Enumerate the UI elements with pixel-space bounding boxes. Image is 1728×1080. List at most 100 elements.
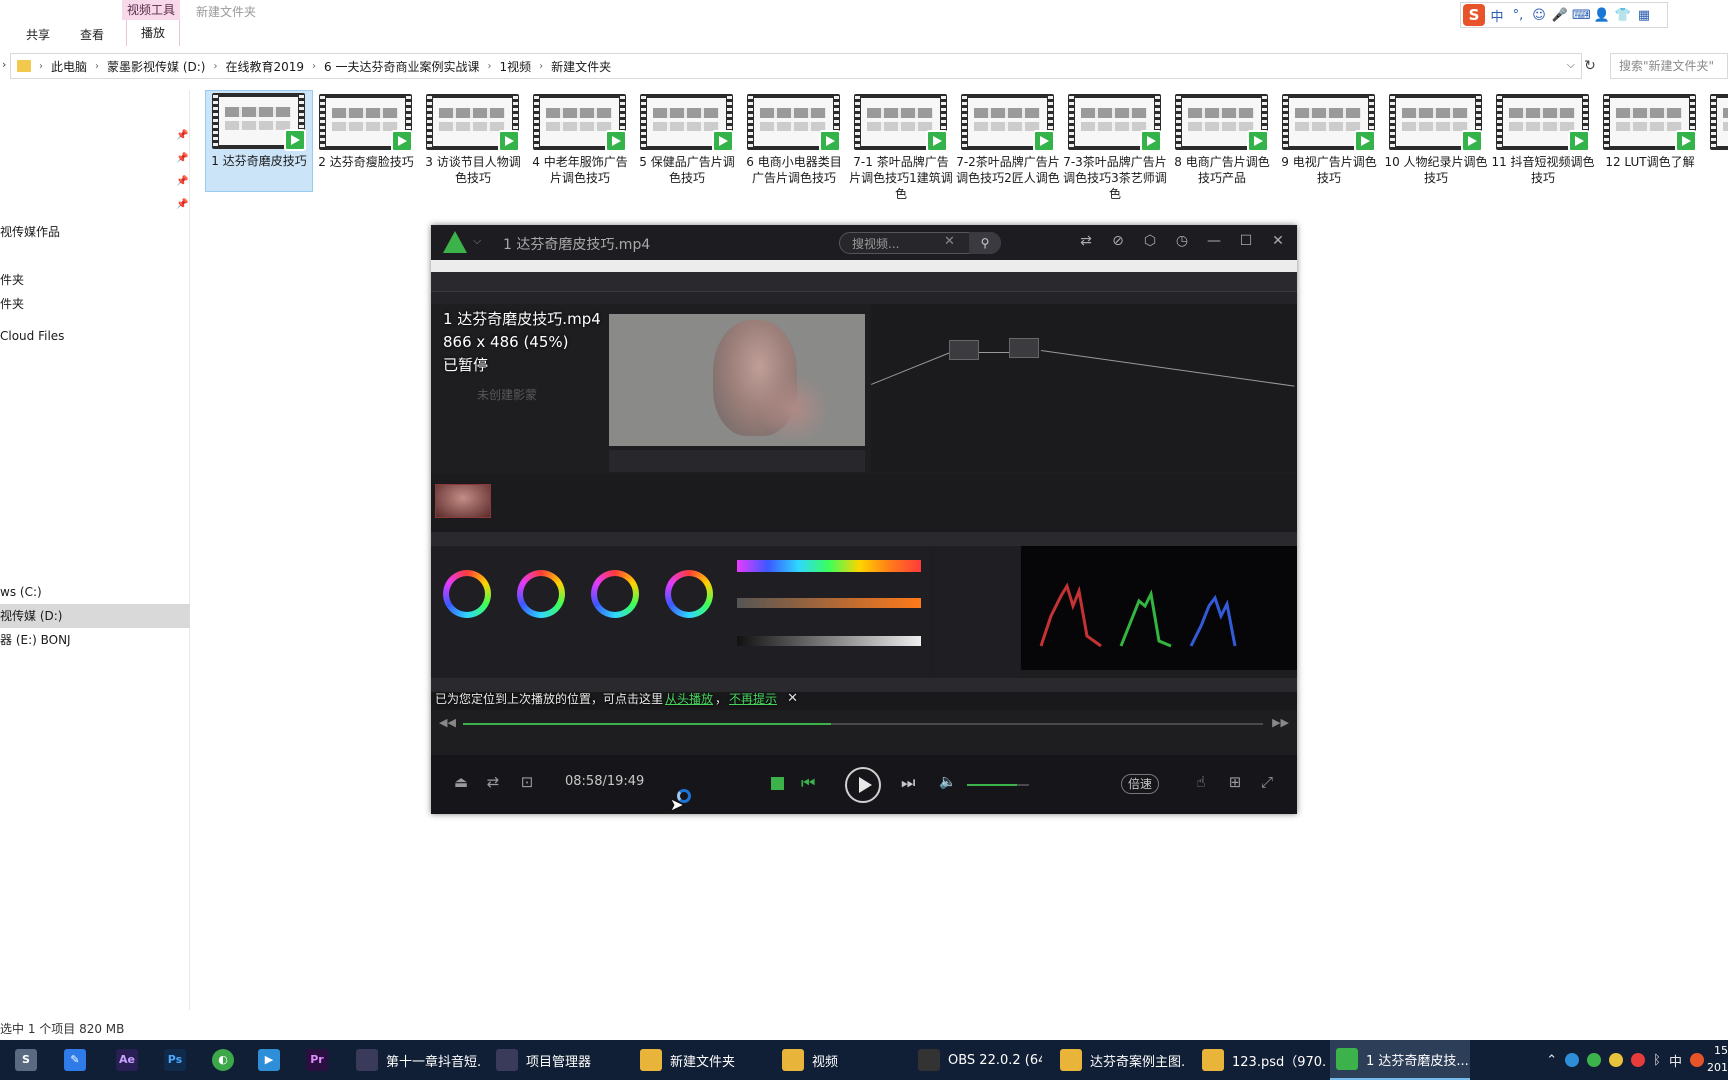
- emoji-icon[interactable]: ☺: [1530, 8, 1548, 23]
- gesture-icon[interactable]: ☝: [1191, 773, 1211, 791]
- chevron-down-icon[interactable]: ⌵: [473, 234, 481, 248]
- toolbox-icon[interactable]: ⊞: [1225, 773, 1245, 791]
- search-icon[interactable]: ⚲: [969, 232, 1001, 254]
- seek-bar[interactable]: [463, 723, 1263, 725]
- video-frame[interactable]: 1 达芬奇磨皮技巧.mp4 866 x 486 (45%) 已暂停 未创建影蒙 …: [431, 260, 1297, 755]
- chevron-down-icon[interactable]: ⌵: [1567, 58, 1575, 72]
- ime-punct[interactable]: °,: [1509, 8, 1527, 23]
- chevron-up-icon[interactable]: ⌃: [1546, 1053, 1557, 1068]
- taskbar-window-button[interactable]: 第十一章抖音短...: [350, 1040, 480, 1080]
- sidebar-item-folder-2[interactable]: 件夹: [0, 292, 190, 316]
- sidebar-item-folder-1[interactable]: 件夹: [0, 268, 190, 292]
- chevron-right-icon[interactable]: ›: [2, 58, 6, 71]
- file-item[interactable]: 8 电商广告片调色技巧产品: [1169, 92, 1275, 192]
- sidebar-item-media-works[interactable]: 视传媒作品: [0, 220, 190, 244]
- bluetooth-icon[interactable]: ᛒ: [1653, 1053, 1661, 1068]
- play-from-start-link[interactable]: 从头播放: [665, 690, 713, 707]
- file-item[interactable]: 3 访谈节目人物调色技巧: [420, 92, 526, 192]
- file-item[interactable]: 7-3茶叶品牌广告片调色技巧3茶艺师调色: [1062, 92, 1168, 201]
- player-titlebar[interactable]: ⌵ 1 达芬奇磨皮技巧.mp4 搜视频... ✕ ⚲ ⇄ ⊘ ⬡ ◷ — ☐ ✕: [431, 225, 1297, 260]
- pin-icon[interactable]: 📌: [176, 130, 188, 141]
- grid-icon[interactable]: ▦: [1635, 8, 1653, 23]
- next-button[interactable]: ⏭: [901, 773, 915, 793]
- volume-icon[interactable]: 🔈: [939, 774, 956, 790]
- skin-icon[interactable]: 👕: [1614, 8, 1632, 23]
- chevron-right-icon[interactable]: ›: [213, 61, 217, 72]
- ime-mode[interactable]: 中: [1488, 6, 1506, 25]
- skip-forward-icon[interactable]: ▶▶: [1272, 716, 1289, 729]
- chevron-right-icon[interactable]: ›: [487, 61, 491, 72]
- taskbar-window-button[interactable]: 新建文件夹: [634, 1040, 764, 1080]
- fullscreen-icon[interactable]: ⤢: [1257, 773, 1277, 791]
- user-icon[interactable]: 👤: [1593, 8, 1611, 23]
- loop-icon[interactable]: ⇄: [483, 773, 503, 791]
- chevron-right-icon[interactable]: ›: [539, 61, 543, 72]
- file-item[interactable]: 4 中老年服饰广告片调色技巧: [527, 92, 633, 192]
- link-icon[interactable]: ⊘: [1109, 233, 1127, 249]
- chevron-right-icon[interactable]: ›: [95, 61, 99, 72]
- speed-button[interactable]: 倍速: [1121, 774, 1159, 794]
- pin-icon[interactable]: 📌: [176, 176, 188, 187]
- player-logo-icon[interactable]: [443, 231, 467, 253]
- taskbar-clock[interactable]: 15 201: [1706, 1042, 1728, 1076]
- taskbar-window-button[interactable]: 123.psd（970...: [1196, 1040, 1326, 1080]
- screenshot-icon[interactable]: ⊡: [517, 773, 537, 791]
- volume-slider[interactable]: [967, 784, 1029, 786]
- tab-view[interactable]: 查看: [80, 26, 104, 43]
- history-icon[interactable]: ◷: [1173, 233, 1191, 249]
- skip-back-icon[interactable]: ◀◀: [439, 716, 456, 729]
- tray-app-icon[interactable]: [1587, 1053, 1602, 1067]
- video-tools-context-tab[interactable]: 视频工具: [122, 0, 180, 20]
- minimize-icon[interactable]: —: [1205, 233, 1223, 249]
- file-item[interactable]: 7-1 茶叶品牌广告片调色技巧1建筑调色: [848, 92, 954, 201]
- play-button[interactable]: [845, 767, 881, 803]
- breadcrumb-course[interactable]: 6 一夫达芬奇商业案例实战课: [324, 58, 479, 75]
- address-bar[interactable]: › 此电脑 › 蒙墨影视传媒 (D:) › 在线教育2019 › 6 一夫达芬奇…: [10, 53, 1582, 79]
- file-item[interactable]: 5 保健品广告片调色技巧: [634, 92, 740, 192]
- taskbar-window-button[interactable]: 1 达芬奇磨皮技...: [1330, 1040, 1470, 1080]
- file-item[interactable]: 2 达芬奇瘦脸技巧: [313, 92, 419, 192]
- search-input[interactable]: 搜索"新建文件夹": [1610, 53, 1728, 79]
- close-icon[interactable]: ✕: [787, 691, 798, 706]
- tray-app-icon[interactable]: [1631, 1053, 1646, 1067]
- sidebar-item-drive-d[interactable]: 视传媒 (D:): [0, 604, 190, 628]
- breadcrumb-drive-d[interactable]: 蒙墨影视传媒 (D:): [107, 58, 205, 75]
- taskbar-window-button[interactable]: 视频: [776, 1040, 896, 1080]
- shirt-icon[interactable]: ⬡: [1141, 233, 1159, 249]
- taskbar-window-button[interactable]: 项目管理器: [490, 1040, 620, 1080]
- breadcrumb-this-pc[interactable]: 此电脑: [51, 58, 87, 75]
- sidebar-item-drive-e[interactable]: 器 (E:) BONJ: [0, 628, 190, 652]
- tab-share[interactable]: 共享: [26, 26, 50, 43]
- video-search-input[interactable]: 搜视频... ✕ ⚲: [839, 232, 1001, 254]
- file-item[interactable]: 7-2茶叶品牌广告片调色技巧2匠人调色: [955, 92, 1061, 192]
- clear-icon[interactable]: ✕: [944, 234, 955, 249]
- stop-button[interactable]: [771, 777, 784, 790]
- tray-lang[interactable]: 中: [1669, 1051, 1682, 1070]
- keyboard-icon[interactable]: ⌨: [1572, 8, 1591, 23]
- sidebar-item-drive-c[interactable]: ws (C:): [0, 580, 190, 604]
- file-item[interactable]: 10 人物纪录片调色技巧: [1383, 92, 1489, 192]
- file-item[interactable]: 6 电商小电器类目广告片调色技巧: [741, 92, 847, 192]
- mic-icon[interactable]: 🎤: [1551, 8, 1569, 23]
- start-button[interactable]: S: [6, 1040, 46, 1080]
- breadcrumb-videos[interactable]: 1视频: [499, 58, 531, 75]
- file-item[interactable]: 13: [1704, 92, 1728, 192]
- previous-button[interactable]: ⏮: [801, 773, 815, 793]
- file-item[interactable]: 11 抖音短视频调色技巧: [1490, 92, 1596, 192]
- pin-icon[interactable]: 📌: [176, 153, 188, 164]
- taskbar-pin-browser[interactable]: ◐: [212, 1040, 242, 1080]
- file-item[interactable]: 12 LUT调色了解: [1597, 92, 1703, 192]
- ime-toolbar[interactable]: S 中 °, ☺ 🎤 ⌨ 👤 👕 ▦: [1460, 2, 1668, 28]
- taskbar-window-button[interactable]: OBS 22.0.2 (64...: [912, 1040, 1042, 1080]
- eject-icon[interactable]: ⏏: [451, 773, 471, 791]
- pin-icon[interactable]: 📌: [176, 199, 188, 210]
- tab-play[interactable]: 播放: [126, 20, 180, 46]
- settings-sliders-icon[interactable]: ⇄: [1077, 233, 1095, 249]
- breadcrumb-new-folder[interactable]: 新建文件夹: [551, 58, 611, 75]
- refresh-icon[interactable]: ↻: [1582, 53, 1598, 79]
- chevron-right-icon[interactable]: ›: [312, 61, 316, 72]
- sogou-logo-icon[interactable]: S: [1463, 4, 1485, 26]
- taskbar-pin-ps[interactable]: Ps: [164, 1040, 194, 1080]
- taskbar-window-button[interactable]: 达芬奇案例主图...: [1054, 1040, 1184, 1080]
- breadcrumb-edu-2019[interactable]: 在线教育2019: [225, 58, 304, 75]
